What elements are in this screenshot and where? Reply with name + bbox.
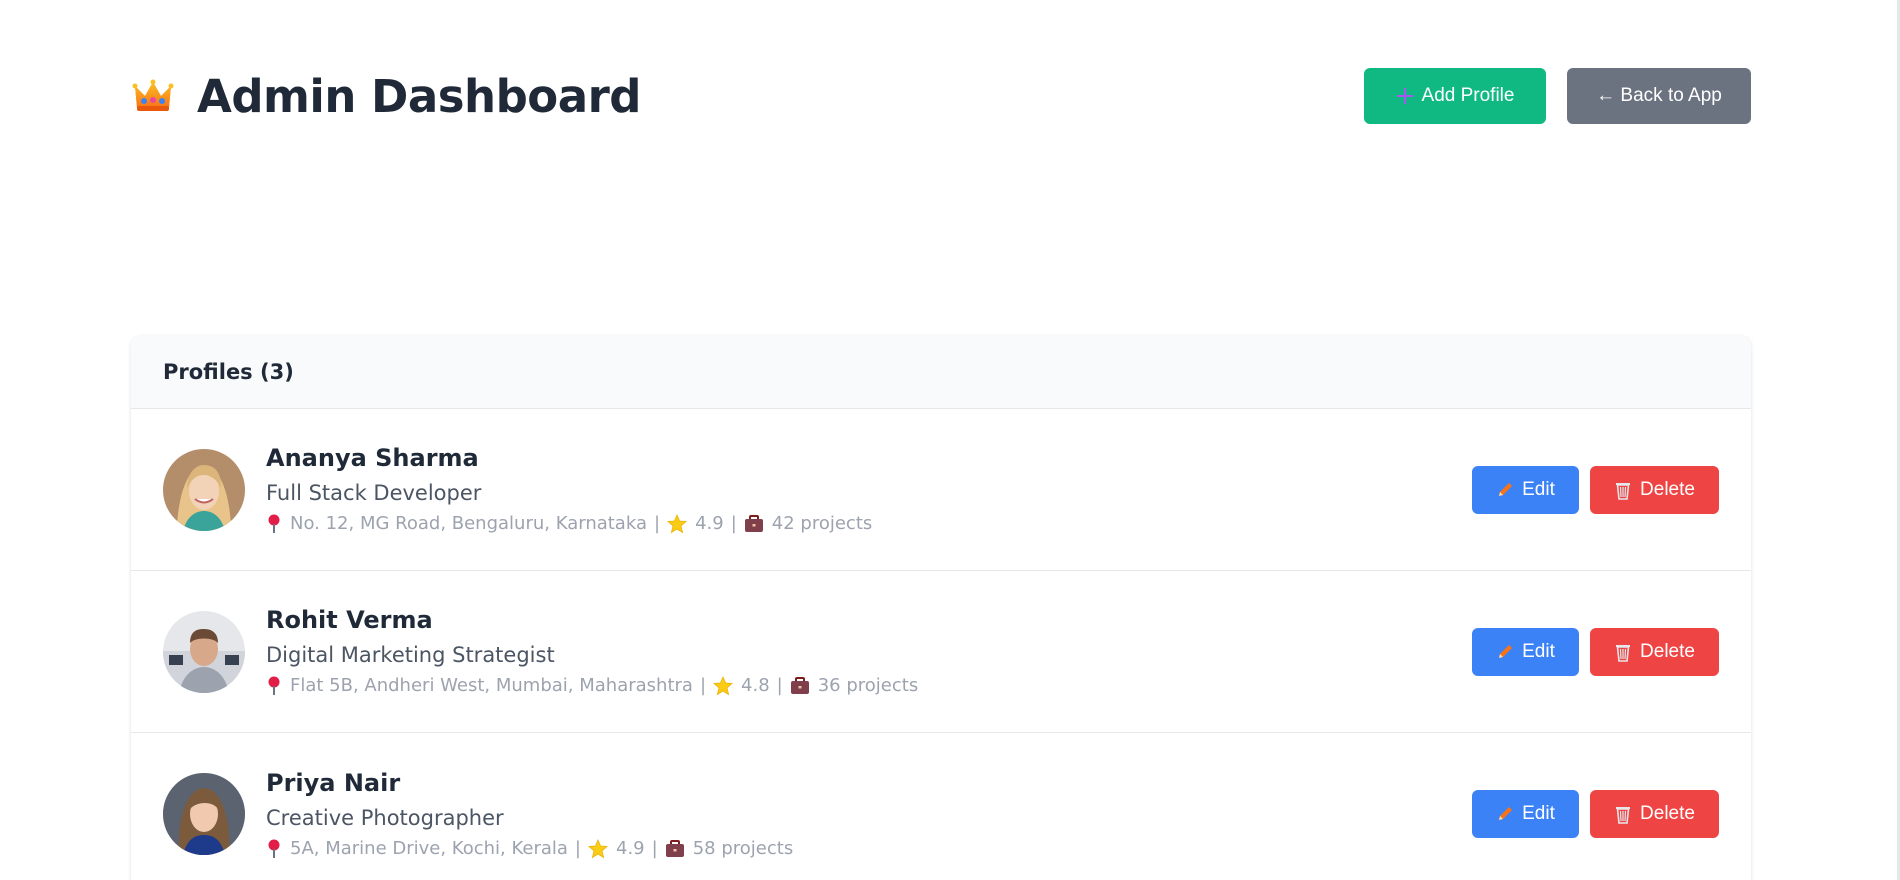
profiles-panel-header: Profiles (3) <box>131 336 1751 409</box>
meta-separator: | <box>776 675 783 696</box>
delete-label: Delete <box>1640 803 1695 824</box>
main-container: Admin Dashboard Add Profile ← Back to Ap… <box>131 68 1751 880</box>
page-header: Admin Dashboard Add Profile ← Back to Ap… <box>131 68 1751 124</box>
back-to-app-label: ← Back to App <box>1596 85 1722 106</box>
trash-icon <box>1614 642 1632 662</box>
location-pin-icon <box>266 514 282 534</box>
edit-label: Edit <box>1522 478 1555 500</box>
profile-address: No. 12, MG Road, Bengaluru, Karnataka <box>290 513 647 534</box>
profile-meta: No. 12, MG Road, Bengaluru, Karnataka | … <box>266 512 872 536</box>
profile-info: Priya Nair Creative Photographer 5A, Mar… <box>266 768 793 861</box>
meta-separator: | <box>574 837 581 859</box>
edit-button[interactable]: Edit <box>1472 627 1579 676</box>
profile-role: Full Stack Developer <box>266 481 482 505</box>
pencil-icon <box>1496 481 1514 499</box>
edit-button[interactable]: Edit <box>1472 790 1579 838</box>
edit-label: Edit <box>1522 803 1555 824</box>
edit-label: Edit <box>1522 640 1555 662</box>
star-icon <box>588 838 608 859</box>
add-profile-button[interactable]: Add Profile <box>1364 68 1546 124</box>
location-pin-icon <box>266 676 282 696</box>
crown-icon <box>131 74 175 118</box>
delete-button[interactable]: Delete <box>1590 627 1719 676</box>
avatar <box>163 448 245 531</box>
profile-meta: Flat 5B, Andheri West, Mumbai, Maharasht… <box>266 674 918 698</box>
meta-separator: | <box>653 513 661 534</box>
row-actions: Edit Delete <box>1472 790 1719 838</box>
profile-row: Priya Nair Creative Photographer 5A, Mar… <box>131 733 1751 880</box>
delete-label: Delete <box>1640 640 1695 662</box>
profile-name: Priya Nair <box>266 768 401 797</box>
profile-meta: 5A, Marine Drive, Kochi, Kerala | 4.9 | <box>266 837 793 861</box>
briefcase-icon <box>790 677 810 695</box>
edit-button[interactable]: Edit <box>1472 465 1579 514</box>
profile-row: Rohit Verma Digital Marketing Strategist… <box>131 571 1751 733</box>
delete-button[interactable]: Delete <box>1590 465 1719 514</box>
back-to-app-button[interactable]: ← Back to App <box>1567 68 1751 124</box>
profile-name: Rohit Verma <box>266 606 433 634</box>
profile-projects: 42 projects <box>771 513 873 534</box>
profile-rating: 4.9 <box>695 513 724 534</box>
row-actions: Edit Delete <box>1472 627 1719 676</box>
avatar <box>163 610 245 693</box>
pencil-icon <box>1496 643 1514 661</box>
row-actions: Edit Delete <box>1472 465 1719 514</box>
profile-address: Flat 5B, Andheri West, Mumbai, Maharasht… <box>290 675 693 696</box>
avatar <box>163 773 245 855</box>
header-actions: Add Profile ← Back to App <box>1364 68 1751 124</box>
profile-rating: 4.9 <box>616 837 645 859</box>
trash-icon <box>1614 480 1632 500</box>
profile-info: Rohit Verma Digital Marketing Strategist… <box>266 605 918 698</box>
plus-icon <box>1396 87 1414 105</box>
profile-info: Ananya Sharma Full Stack Developer No. 1… <box>266 443 872 536</box>
trash-icon <box>1614 804 1632 824</box>
profiles-panel: Profiles (3) Ananya Sharma Full Stack De… <box>131 336 1751 880</box>
profiles-count-title: Profiles (3) <box>163 360 294 384</box>
title-group: Admin Dashboard <box>131 69 642 123</box>
page-title: Admin Dashboard <box>197 69 642 123</box>
add-profile-label: Add Profile <box>1421 85 1515 106</box>
profile-projects: 36 projects <box>817 675 919 696</box>
profile-rating: 4.8 <box>741 675 770 696</box>
delete-label: Delete <box>1640 478 1695 500</box>
star-icon <box>667 514 688 534</box>
profile-role: Digital Marketing Strategist <box>266 643 555 667</box>
profile-name: Ananya Sharma <box>266 444 479 472</box>
profile-address: 5A, Marine Drive, Kochi, Kerala <box>290 837 568 859</box>
delete-button[interactable]: Delete <box>1590 790 1719 838</box>
location-pin-icon <box>266 839 282 859</box>
meta-separator: | <box>651 837 658 859</box>
briefcase-icon <box>744 515 764 533</box>
briefcase-icon <box>665 839 685 858</box>
meta-separator: | <box>699 675 707 696</box>
meta-separator: | <box>730 513 737 534</box>
profile-projects: 58 projects <box>692 837 794 859</box>
star-icon <box>713 676 734 696</box>
admin-dashboard-page: Admin Dashboard Add Profile ← Back to Ap… <box>0 0 1900 880</box>
profile-role: Creative Photographer <box>266 805 504 830</box>
pencil-icon <box>1496 805 1514 823</box>
profile-row: Ananya Sharma Full Stack Developer No. 1… <box>131 409 1751 571</box>
